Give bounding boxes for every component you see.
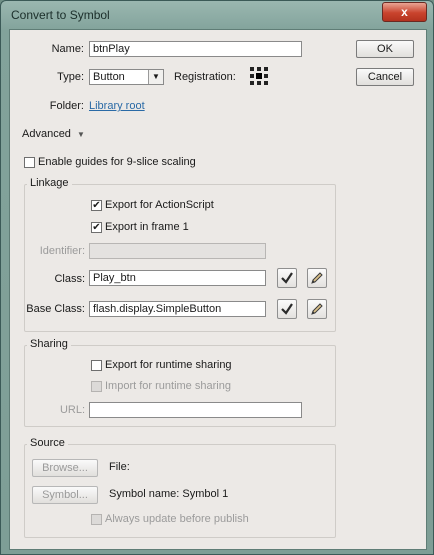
cancel-button[interactable]: Cancel <box>356 68 414 86</box>
symbol-name-text: Symbol name: Symbol 1 <box>109 488 229 500</box>
export-runtime-checkbox[interactable] <box>91 360 102 371</box>
check-icon: ✔ <box>92 222 101 233</box>
browse-button: Browse... <box>32 459 98 477</box>
name-input[interactable]: btnPlay <box>89 41 302 57</box>
export-actionscript-checkbox[interactable]: ✔ <box>91 200 102 211</box>
export-actionscript-label: Export for ActionScript <box>105 199 214 211</box>
base-class-label: Base Class: <box>26 303 85 315</box>
url-label: URL: <box>59 404 85 416</box>
registration-label: Registration: <box>174 71 236 83</box>
identifier-label: Identifier: <box>39 245 85 257</box>
dialog-body: Name: btnPlay Type: Button ▼ Registratio… <box>9 29 427 550</box>
base-class-input[interactable]: flash.display.SimpleButton <box>89 301 266 317</box>
always-update-label: Always update before publish <box>105 513 249 525</box>
edit-class-button[interactable] <box>307 268 327 288</box>
pencil-icon <box>311 272 323 284</box>
name-label: Name: <box>51 43 84 55</box>
identifier-input <box>89 243 266 259</box>
url-input[interactable] <box>89 402 302 418</box>
dialog-window: Convert to Symbol x Name: btnPlay Type: … <box>0 0 434 555</box>
chevron-down-icon: ▼ <box>148 70 163 84</box>
type-label: Type: <box>57 71 84 83</box>
source-title: Source <box>27 437 68 449</box>
export-frame1-checkbox[interactable]: ✔ <box>91 222 102 233</box>
window-title: Convert to Symbol <box>11 8 110 22</box>
folder-link[interactable]: Library root <box>89 100 145 112</box>
chevron-down-icon: ▼ <box>77 130 85 139</box>
export-frame1-label: Export in frame 1 <box>105 221 189 233</box>
check-icon <box>281 303 293 315</box>
nine-slice-label: Enable guides for 9-slice scaling <box>38 156 196 168</box>
folder-label: Folder: <box>49 100 84 112</box>
check-icon: ✔ <box>92 200 101 211</box>
always-update-checkbox <box>91 514 102 525</box>
import-runtime-label: Import for runtime sharing <box>105 380 231 392</box>
close-icon: x <box>401 5 408 19</box>
linkage-title: Linkage <box>27 177 72 189</box>
ok-button[interactable]: OK <box>356 40 414 58</box>
file-label: File: <box>109 461 130 473</box>
advanced-toggle[interactable]: Advanced ▼ <box>22 128 85 140</box>
export-runtime-label: Export for runtime sharing <box>105 359 232 371</box>
validate-class-button[interactable] <box>277 268 297 288</box>
close-button[interactable]: x <box>382 2 427 22</box>
title-bar[interactable]: Convert to Symbol x <box>1 1 433 29</box>
edit-base-class-button[interactable] <box>307 299 327 319</box>
symbol-button: Symbol... <box>32 486 98 504</box>
advanced-label: Advanced <box>22 128 71 140</box>
nine-slice-checkbox[interactable] <box>24 157 35 168</box>
sharing-title: Sharing <box>27 338 71 350</box>
check-icon <box>281 272 293 284</box>
class-label: Class: <box>54 273 85 285</box>
type-select-value: Button <box>93 71 125 83</box>
registration-grid-icon[interactable] <box>250 67 268 85</box>
type-select[interactable]: Button ▼ <box>89 69 164 85</box>
validate-base-class-button[interactable] <box>277 299 297 319</box>
pencil-icon <box>311 303 323 315</box>
class-input[interactable]: Play_btn <box>89 270 266 286</box>
import-runtime-checkbox <box>91 381 102 392</box>
